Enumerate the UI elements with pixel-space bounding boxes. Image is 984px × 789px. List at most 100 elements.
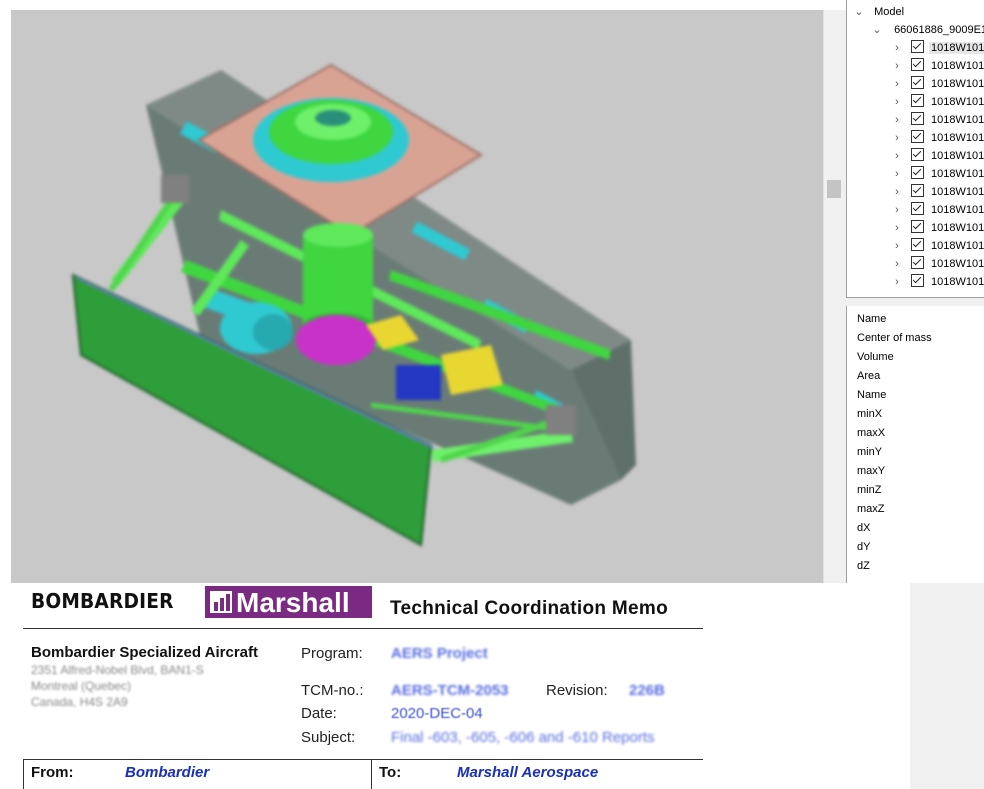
- bombardier-logo: BOMBARDIER: [31, 589, 174, 613]
- chevron-right-icon[interactable]: ›: [891, 219, 903, 237]
- chevron-down-icon[interactable]: ⌄: [871, 21, 883, 39]
- marshall-logo: Marshall: [205, 586, 372, 618]
- tree-item-row[interactable]: › 1018W101: [891, 93, 984, 111]
- property-label: Name: [857, 313, 887, 325]
- memo-document: BOMBARDIER Marshall Technical Coordinati…: [0, 583, 910, 789]
- chevron-right-icon[interactable]: ›: [891, 129, 903, 147]
- visibility-checkbox[interactable]: [911, 184, 924, 197]
- tree-item-label[interactable]: 1018W101: [929, 222, 984, 234]
- company-name: Bombardier Specialized Aircraft: [31, 644, 259, 661]
- chevron-right-icon[interactable]: ›: [891, 183, 903, 201]
- tree-item-row[interactable]: › 1018W101: [891, 111, 984, 129]
- chevron-right-icon[interactable]: ›: [891, 147, 903, 165]
- property-label: dY: [857, 541, 871, 553]
- property-label: Area: [857, 370, 881, 382]
- viewport-scrollbar[interactable]: [823, 10, 846, 583]
- chevron-down-icon[interactable]: ⌄: [853, 3, 865, 21]
- tree-item-label[interactable]: 1018W101: [929, 114, 984, 126]
- tree-item-label[interactable]: 1018W101: [929, 42, 984, 54]
- tree-item-label[interactable]: 1018W101: [929, 168, 984, 180]
- property-label: maxX: [857, 427, 886, 439]
- cylinder-top: [303, 223, 373, 247]
- chevron-right-icon[interactable]: ›: [891, 111, 903, 129]
- properties-panel: Name Center of mass Volume Area Name minX maxX…: [846, 306, 984, 583]
- visibility-checkbox[interactable]: [911, 148, 924, 161]
- tcm-value: AERS-TCM-2053: [391, 682, 509, 699]
- memo-title: Technical Coordination Memo: [390, 598, 668, 619]
- chevron-right-icon[interactable]: ›: [891, 39, 903, 57]
- visibility-checkbox[interactable]: [911, 40, 924, 53]
- chevron-right-icon[interactable]: ›: [891, 57, 903, 75]
- tree-item-row[interactable]: › 1018W101: [891, 237, 984, 255]
- chevron-right-icon[interactable]: ›: [891, 255, 903, 273]
- property-label: maxY: [857, 465, 886, 477]
- visibility-checkbox[interactable]: [911, 76, 924, 89]
- model-render: [71, 63, 636, 547]
- tree-item-row[interactable]: › 1018W101: [891, 255, 984, 273]
- chevron-right-icon[interactable]: ›: [891, 75, 903, 93]
- scrollbar-thumb[interactable]: [827, 180, 841, 198]
- chevron-right-icon[interactable]: ›: [891, 165, 903, 183]
- property-label: dX: [857, 522, 871, 534]
- visibility-checkbox[interactable]: [911, 274, 924, 287]
- tree-item-row[interactable]: › 1018W101: [891, 201, 984, 219]
- tree-item-row[interactable]: › 1018W101: [891, 57, 984, 75]
- visibility-checkbox[interactable]: [911, 130, 924, 143]
- from-to-rule-top: [23, 759, 703, 760]
- subject-label: Subject:: [301, 729, 356, 746]
- tree-item-label[interactable]: 1018W101: [929, 132, 984, 144]
- tree-item-label[interactable]: 1018W101: [929, 60, 984, 72]
- tree-item-row[interactable]: › 1018W101: [891, 75, 984, 93]
- chevron-right-icon[interactable]: ›: [891, 237, 903, 255]
- tree-item-label[interactable]: 1018W101: [929, 204, 984, 216]
- from-to-divider: [371, 759, 372, 789]
- property-label: Center of mass: [857, 332, 932, 344]
- visibility-checkbox[interactable]: [911, 256, 924, 269]
- tree-item-label[interactable]: 1018W101: [929, 240, 984, 252]
- chevron-right-icon[interactable]: ›: [891, 201, 903, 219]
- tree-item-row[interactable]: › 1018W101: [891, 273, 984, 291]
- 3d-viewport[interactable]: [11, 10, 823, 583]
- visibility-checkbox[interactable]: [911, 58, 924, 71]
- property-label: minX: [857, 408, 883, 420]
- tree-item-row[interactable]: › 1018W101: [891, 147, 984, 165]
- property-label: Volume: [857, 351, 894, 363]
- tree-assembly-row[interactable]: ⌄ 66061886_9009E1: [871, 21, 984, 39]
- revision-value: 226B: [629, 682, 665, 699]
- hinge-bracket-1: [161, 175, 189, 203]
- property-label: Name: [857, 389, 887, 401]
- marshall-logo-text: Marshall: [236, 587, 350, 618]
- property-label: maxZ: [857, 503, 885, 515]
- tree-item-label[interactable]: 1018W101: [929, 78, 984, 90]
- program-label: Program:: [301, 645, 363, 662]
- magenta-part: [296, 315, 376, 365]
- from-box-left-border: [23, 759, 24, 789]
- chevron-right-icon[interactable]: ›: [891, 273, 903, 291]
- model-tree[interactable]: ⌄ Model ⌄ 66061886_9009E1 › 1018W101 › 1018…: [846, 0, 984, 297]
- tree-item-row[interactable]: › 1018W101: [891, 219, 984, 237]
- visibility-checkbox[interactable]: [911, 112, 924, 125]
- tree-root-row[interactable]: ⌄ Model: [853, 3, 904, 21]
- tree-item-label[interactable]: 1018W101: [929, 276, 984, 288]
- tree-item-label[interactable]: 1018W101: [929, 150, 984, 162]
- visibility-checkbox[interactable]: [911, 220, 924, 233]
- tree-item-row[interactable]: › 1018W101: [891, 183, 984, 201]
- chevron-right-icon[interactable]: ›: [891, 93, 903, 111]
- tree-item-label[interactable]: 1018W101: [929, 186, 984, 198]
- visibility-checkbox[interactable]: [911, 166, 924, 179]
- date-label: Date:: [301, 705, 337, 722]
- visibility-checkbox[interactable]: [911, 94, 924, 107]
- turntable-hub: [315, 110, 351, 126]
- tcm-label: TCM-no.:: [301, 682, 364, 699]
- visibility-checkbox[interactable]: [911, 202, 924, 215]
- revision-label: Revision:: [546, 682, 608, 699]
- tree-item-row[interactable]: › 1018W101: [891, 39, 984, 57]
- visibility-checkbox[interactable]: [911, 238, 924, 251]
- property-label: dZ: [857, 560, 870, 572]
- tree-item-row[interactable]: › 1018W101: [891, 165, 984, 183]
- tree-item-label[interactable]: 1018W101: [929, 96, 984, 108]
- hinge-bracket-2: [546, 405, 576, 435]
- tree-item-row[interactable]: › 1018W101: [891, 129, 984, 147]
- tree-item-label[interactable]: 1018W101: [929, 258, 984, 270]
- subject-value: Final -603, -605, -606 and -610 Reports: [391, 729, 655, 746]
